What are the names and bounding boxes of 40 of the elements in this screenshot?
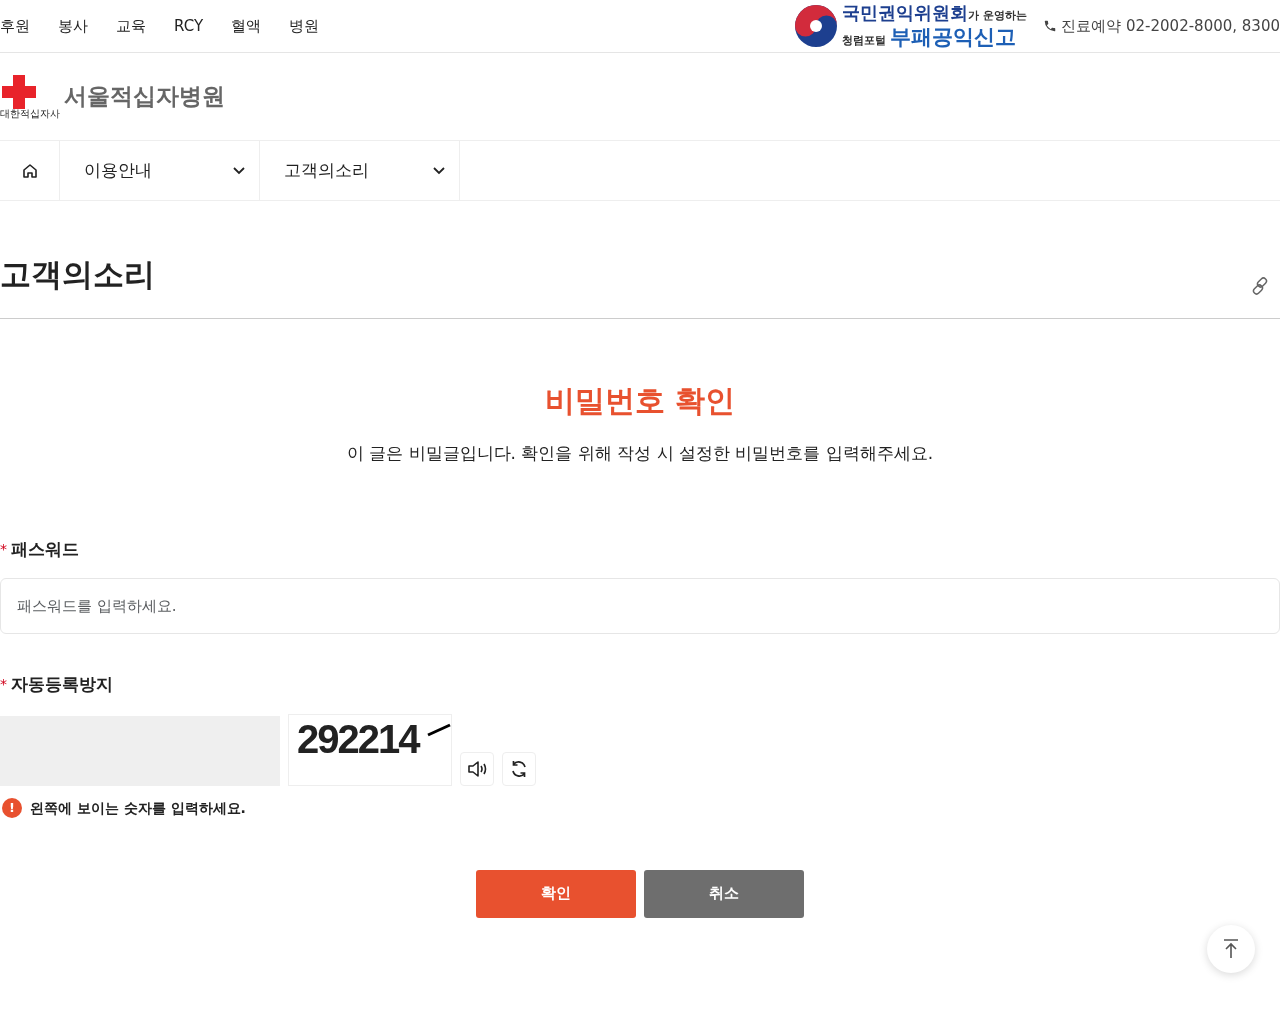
top-menu-link[interactable]: 봉사	[58, 14, 88, 38]
strike-line	[426, 722, 451, 737]
top-menu-link[interactable]: 혈액	[231, 14, 262, 38]
field-label: 자동등록방지	[11, 673, 113, 696]
chevron-down-icon	[233, 166, 245, 175]
top-menu-link[interactable]: 병원	[289, 14, 320, 38]
top-menu-link[interactable]: 후원	[0, 14, 30, 38]
hospital-name: 서울적십자병원	[64, 82, 225, 112]
required-mark: *	[0, 539, 7, 559]
description-text: 이 글은 비밀글입니다. 확인을 위해 작성 시 설정한 비밀번호를 입력해주세요.	[345, 442, 935, 465]
captcha-code: 292214	[297, 718, 421, 759]
chevron-down-icon	[433, 166, 445, 175]
hint-text: 왼쪽에 보이는 숫자를 입력하세요.	[30, 798, 246, 818]
page-title: 고객의소리	[0, 256, 155, 294]
password-field[interactable]: 패스워드를 입력하세요.	[0, 578, 1280, 634]
required-mark: *	[0, 675, 7, 695]
phone-icon	[1043, 19, 1058, 33]
arrow-up-icon	[1223, 939, 1239, 959]
warning-icon: !	[2, 798, 22, 818]
banner-title: 부패공익신고	[890, 24, 1017, 49]
refresh-icon	[509, 758, 529, 779]
cross-logo-icon	[2, 74, 36, 109]
emblem-icon	[794, 4, 839, 48]
refresh-button[interactable]	[502, 751, 536, 786]
scroll-top-button[interactable]	[1207, 925, 1255, 973]
home-icon	[21, 162, 38, 179]
banner-subtitle: 청렴포털	[842, 33, 887, 47]
org-name: 대한적십자사	[0, 108, 60, 119]
cancel-button[interactable]: 취소	[644, 869, 804, 918]
banner-subtitle: 가 운영하는	[968, 8, 1028, 22]
speaker-icon	[467, 759, 487, 778]
top-menu-link[interactable]: 교육	[116, 14, 146, 38]
confirm-button[interactable]: 확인	[476, 869, 636, 918]
audio-button[interactable]	[460, 751, 494, 786]
top-menu-link[interactable]: RCY	[174, 14, 204, 38]
link-icon[interactable]	[1250, 276, 1270, 296]
field-label: 패스워드	[11, 537, 79, 561]
banner-title: 국민권익위원회	[842, 1, 969, 23]
section-heading: 비밀번호 확인	[543, 383, 737, 419]
phone-number: 진료예약 02-2002-8000, 8300	[1061, 15, 1280, 37]
